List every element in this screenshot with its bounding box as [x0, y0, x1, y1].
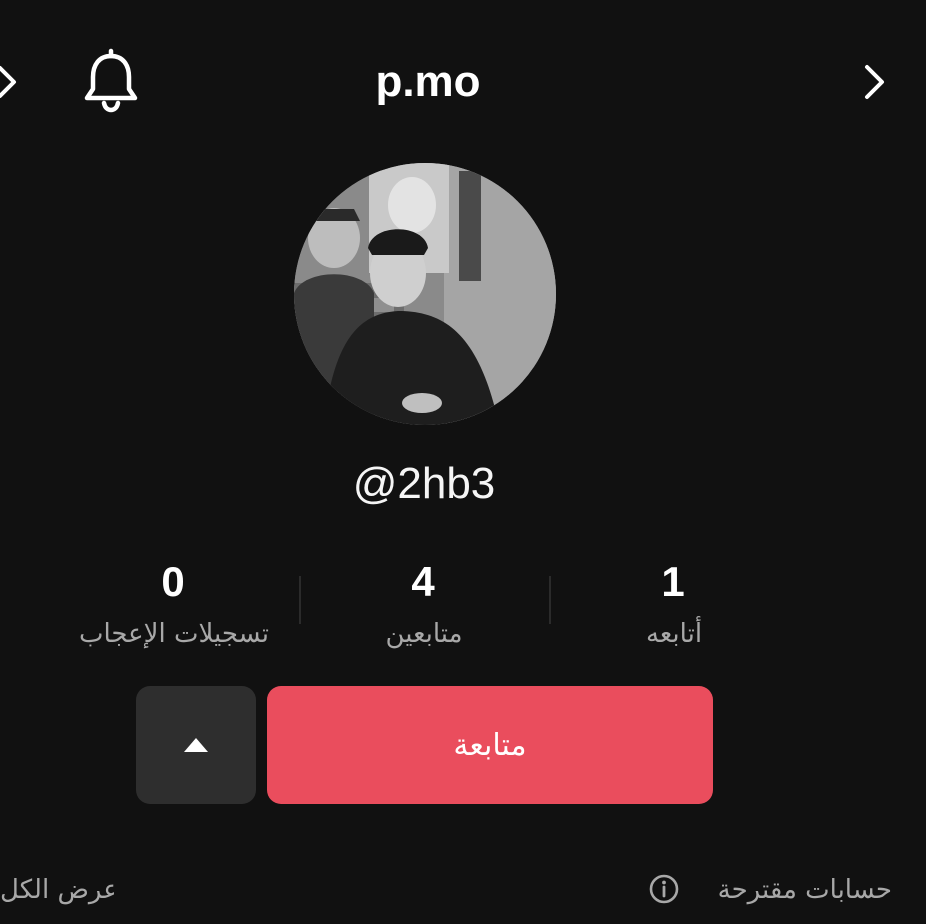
likes-label[interactable]: تسجيلات الإعجاب: [34, 614, 314, 654]
following-label[interactable]: أتابعه: [534, 614, 814, 654]
page-title: p.mo: [375, 57, 481, 106]
avatar[interactable]: [294, 163, 556, 425]
caret-up-icon: [184, 738, 208, 752]
bell-icon[interactable]: [80, 48, 142, 114]
chevron-left-icon[interactable]: [0, 60, 24, 104]
see-all-link[interactable]: عرض الكل: [0, 868, 114, 912]
follow-button[interactable]: متابعة: [267, 686, 713, 804]
see-all-label: عرض الكل: [0, 875, 114, 905]
username: @2hb3: [352, 459, 496, 508]
suggested-toggle-button[interactable]: [136, 686, 256, 804]
chevron-right-icon[interactable]: [858, 58, 892, 106]
info-icon[interactable]: [648, 873, 680, 905]
followers-label[interactable]: متابعين: [284, 614, 564, 654]
likes-count[interactable]: 0: [93, 556, 253, 608]
following-count[interactable]: 1: [593, 556, 753, 608]
followers-count[interactable]: 4: [343, 556, 503, 608]
profile-photo: [294, 163, 556, 425]
suggested-accounts-label: حسابات مقترحة: [717, 875, 892, 905]
